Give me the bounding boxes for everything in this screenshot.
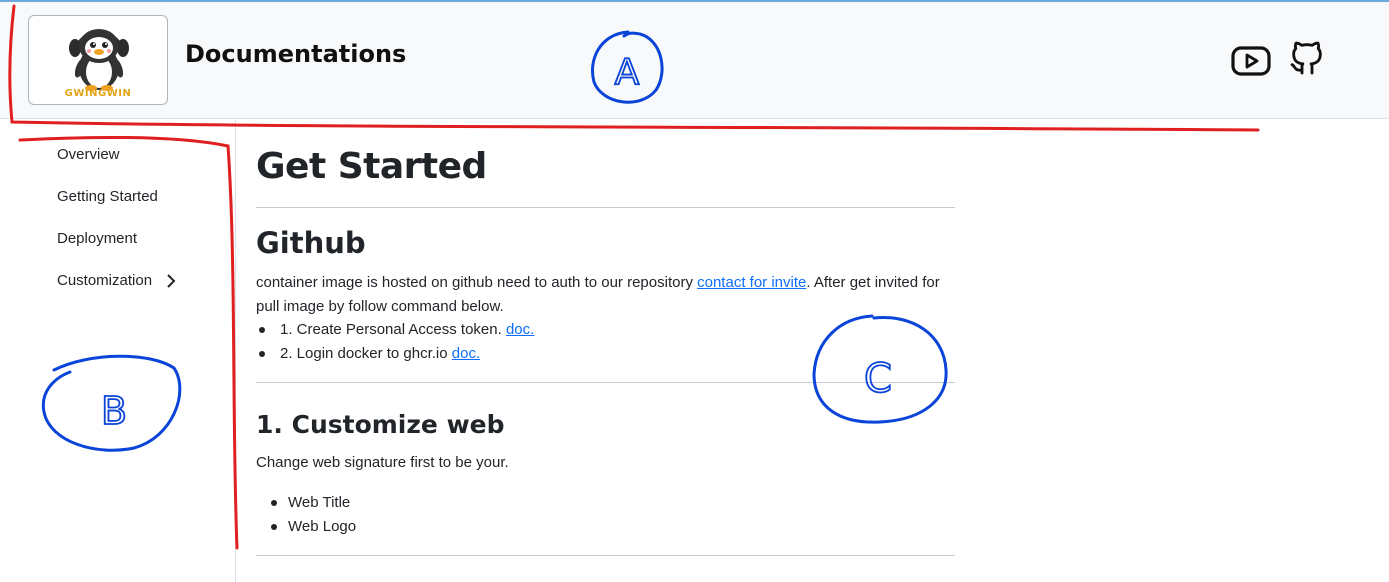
divider: [256, 382, 955, 383]
list-item-label: Web Title: [288, 494, 351, 511]
logo-text: GWINGWIN: [64, 88, 132, 99]
youtube-icon[interactable]: [1230, 44, 1272, 78]
page: GWINGWIN Documentations Overview Getting…: [0, 0, 1389, 582]
customize-items-list: Web Title Web Logo: [256, 491, 356, 539]
main-content: Get Started Github container image is ho…: [256, 120, 956, 582]
doc-link[interactable]: doc.: [506, 321, 534, 338]
list-item-label: Web Logo: [288, 518, 357, 535]
doc-link[interactable]: doc.: [452, 345, 480, 362]
step-text: 1. Create Personal Access token.: [280, 321, 506, 338]
divider: [256, 555, 955, 556]
github-description: container image is hosted on github need…: [256, 271, 956, 319]
site-title[interactable]: Documentations: [185, 40, 406, 68]
list-item: Web Logo: [256, 515, 356, 539]
page-title: Get Started: [256, 146, 487, 187]
sidebar: Overview Getting Started Deployment Cust…: [0, 120, 236, 582]
contact-invite-link[interactable]: contact for invite: [697, 274, 806, 291]
bullet: [259, 351, 265, 357]
github-text-before: container image is hosted on github need…: [256, 274, 698, 291]
section-heading-customize: 1. Customize web: [256, 410, 505, 439]
sidebar-item-overview[interactable]: Overview: [57, 146, 120, 163]
bullet: [259, 327, 265, 333]
bullet: [271, 500, 277, 506]
site-logo[interactable]: GWINGWIN: [28, 15, 168, 105]
github-steps-list: 1. Create Personal Access token. doc. 2.…: [256, 318, 534, 366]
sidebar-item-customization[interactable]: Customization: [57, 272, 176, 289]
bullet: [271, 524, 277, 530]
list-item: Web Title: [256, 491, 356, 515]
list-item: 2. Login docker to ghcr.io doc.: [256, 342, 534, 366]
sidebar-item-getting-started[interactable]: Getting Started: [57, 188, 158, 205]
divider: [256, 207, 955, 208]
sidebar-item-label: Customization: [57, 272, 153, 289]
step-text: 2. Login docker to ghcr.io: [280, 345, 452, 362]
top-navbar: GWINGWIN Documentations: [0, 2, 1389, 119]
list-item: 1. Create Personal Access token. doc.: [256, 318, 534, 342]
section-heading-github: Github: [256, 226, 366, 260]
github-icon[interactable]: [1287, 38, 1327, 78]
customize-description: Change web signature first to be your.: [256, 454, 509, 471]
sidebar-item-deployment[interactable]: Deployment: [57, 230, 137, 247]
chevron-right-icon: [167, 274, 176, 288]
